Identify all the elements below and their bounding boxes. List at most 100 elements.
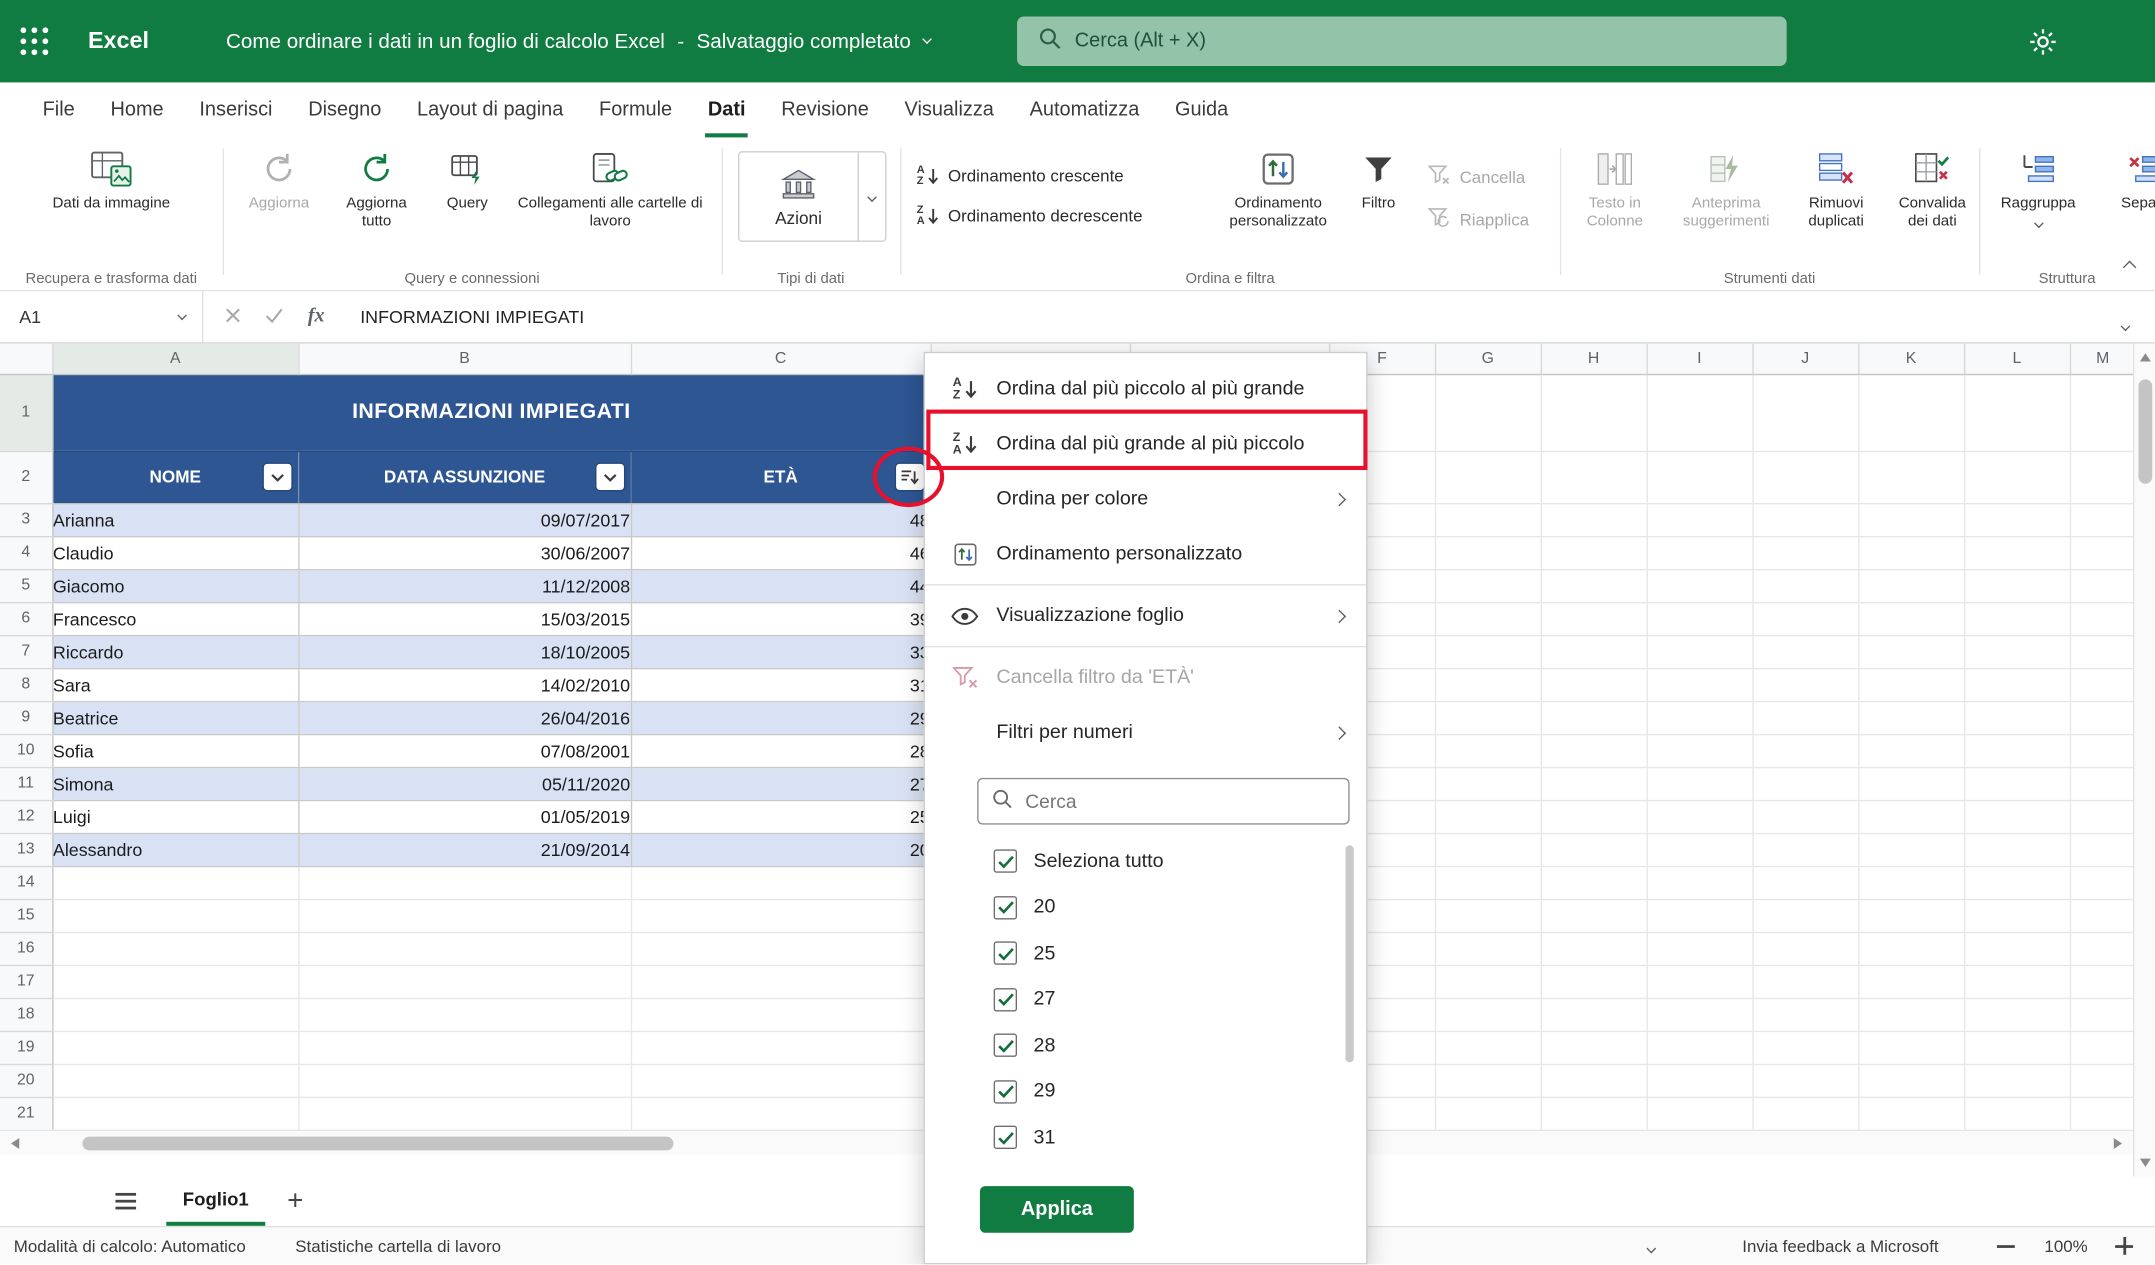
cell-empty[interactable] xyxy=(1752,536,1858,569)
custom-sort-button[interactable]: Ordinamento personalizzato xyxy=(1219,150,1337,231)
column-header-i[interactable]: I xyxy=(1646,344,1752,374)
menu-item-sort-ascending[interactable]: AZ Ordina dal più piccolo al più grande xyxy=(925,361,1366,416)
zoom-out-icon[interactable] xyxy=(1996,1244,2014,1247)
scroll-down-icon[interactable] xyxy=(2139,1159,2150,1167)
filter-button-nome[interactable] xyxy=(263,464,290,490)
row-header-14[interactable]: 14 xyxy=(0,866,52,899)
confirm-entry-icon[interactable] xyxy=(265,304,283,329)
cell-empty[interactable] xyxy=(1752,734,1858,767)
checkbox-28[interactable] xyxy=(994,1034,1017,1057)
cell-empty[interactable] xyxy=(2070,602,2133,635)
cell-empty[interactable] xyxy=(2070,374,2133,451)
cell-empty[interactable] xyxy=(1646,899,1752,932)
cell-empty[interactable] xyxy=(1435,998,1541,1031)
cell-empty[interactable] xyxy=(1646,451,1752,503)
row-header-2[interactable]: 2 xyxy=(0,451,52,503)
tab-layout-di-pagina[interactable]: Layout di pagina xyxy=(399,82,581,137)
workbook-stats-button[interactable]: Statistiche cartella di lavoro xyxy=(295,1236,501,1255)
tab-guida[interactable]: Guida xyxy=(1157,82,1246,137)
cell-empty[interactable] xyxy=(1858,1097,1964,1130)
cancel-entry-icon[interactable] xyxy=(225,304,240,329)
cell-date[interactable]: 07/08/2001 xyxy=(298,734,631,767)
cell-empty[interactable] xyxy=(1541,451,1647,503)
checkbox-31[interactable] xyxy=(994,1126,1017,1149)
row-header-4[interactable]: 4 xyxy=(0,536,52,569)
cell-empty[interactable] xyxy=(1541,899,1647,932)
cell-empty[interactable] xyxy=(631,998,931,1031)
cell-empty[interactable] xyxy=(631,1031,931,1064)
cell-empty[interactable] xyxy=(1435,965,1541,998)
cell-name[interactable]: Simona xyxy=(52,767,298,800)
cell-empty[interactable] xyxy=(1541,569,1647,602)
cell-empty[interactable] xyxy=(1541,635,1647,668)
menu-item-custom-sort[interactable]: Ordinamento personalizzato xyxy=(925,526,1366,581)
cell-age[interactable]: 48 xyxy=(631,503,931,536)
cell-empty[interactable] xyxy=(1964,800,2070,833)
row-header-12[interactable]: 12 xyxy=(0,800,52,833)
cell-empty[interactable] xyxy=(1752,833,1858,866)
row-header-19[interactable]: 19 xyxy=(0,1031,52,1064)
cell-empty[interactable] xyxy=(1964,899,2070,932)
tab-home[interactable]: Home xyxy=(93,82,182,137)
cell-empty[interactable] xyxy=(1858,866,1964,899)
cell-empty[interactable] xyxy=(298,1097,631,1130)
cell-date[interactable]: 05/11/2020 xyxy=(298,767,631,800)
cell-empty[interactable] xyxy=(1541,833,1647,866)
cell-empty[interactable] xyxy=(1858,767,1964,800)
sort-ascending-button[interactable]: AZ Ordinamento crescente xyxy=(917,165,1143,187)
cell-empty[interactable] xyxy=(1752,932,1858,965)
settings-gear-icon[interactable] xyxy=(2012,0,2072,82)
cell-age[interactable]: 31 xyxy=(631,668,931,701)
cell-empty[interactable] xyxy=(1646,767,1752,800)
cell-empty[interactable] xyxy=(1858,668,1964,701)
cell-empty[interactable] xyxy=(1541,965,1647,998)
cell-age[interactable]: 28 xyxy=(631,734,931,767)
cell-empty[interactable] xyxy=(631,1097,931,1130)
scroll-left-icon[interactable] xyxy=(11,1137,19,1148)
raggruppa-button[interactable]: Raggruppa xyxy=(1987,150,2089,227)
azioni-dropdown-chevron[interactable] xyxy=(858,153,885,241)
cell-empty[interactable] xyxy=(2070,899,2133,932)
dati-da-immagine-button[interactable]: Dati da immagine xyxy=(43,150,180,213)
checkbox-20[interactable] xyxy=(994,896,1017,919)
cell-empty[interactable] xyxy=(2070,932,2133,965)
cell-empty[interactable] xyxy=(1858,932,1964,965)
cell-empty[interactable] xyxy=(298,965,631,998)
cell-empty[interactable] xyxy=(1541,866,1647,899)
cell-empty[interactable] xyxy=(1541,1097,1647,1130)
column-header-j[interactable]: J xyxy=(1752,344,1858,374)
cell-empty[interactable] xyxy=(1858,602,1964,635)
cell-empty[interactable] xyxy=(1752,635,1858,668)
column-header-b[interactable]: B xyxy=(298,344,631,374)
cell-empty[interactable] xyxy=(1646,569,1752,602)
cell-empty[interactable] xyxy=(1541,800,1647,833)
cell-empty[interactable] xyxy=(1858,569,1964,602)
cell-empty[interactable] xyxy=(1964,767,2070,800)
column-header-c[interactable]: C xyxy=(631,344,931,374)
cell-date[interactable]: 11/12/2008 xyxy=(298,569,631,602)
cell-empty[interactable] xyxy=(1964,668,2070,701)
row-header-3[interactable]: 3 xyxy=(0,503,52,536)
cell-empty[interactable] xyxy=(1435,1097,1541,1130)
cell-empty[interactable] xyxy=(631,899,931,932)
cell-name[interactable]: Beatrice xyxy=(52,701,298,734)
table-title-cell[interactable]: INFORMAZIONI IMPIEGATI xyxy=(52,374,930,451)
cell-date[interactable]: 15/03/2015 xyxy=(298,602,631,635)
cell-empty[interactable] xyxy=(1858,734,1964,767)
cell-empty[interactable] xyxy=(1435,833,1541,866)
column-header-g[interactable]: G xyxy=(1435,344,1541,374)
cell-empty[interactable] xyxy=(52,965,298,998)
cell-age[interactable]: 20 xyxy=(631,833,931,866)
cell-name[interactable]: Alessandro xyxy=(52,833,298,866)
cell-empty[interactable] xyxy=(1964,998,2070,1031)
cell-empty[interactable] xyxy=(2070,1064,2133,1097)
cell-empty[interactable] xyxy=(1646,635,1752,668)
cell-empty[interactable] xyxy=(1752,701,1858,734)
column-header-l[interactable]: L xyxy=(1964,344,2070,374)
cell-empty[interactable] xyxy=(52,1031,298,1064)
rimuovi-duplicati-button[interactable]: Rimuovi duplicati xyxy=(1788,150,1884,231)
row-header-15[interactable]: 15 xyxy=(0,899,52,932)
cell-empty[interactable] xyxy=(1435,866,1541,899)
tab-file[interactable]: File xyxy=(25,82,93,137)
filter-value-row[interactable]: 20 xyxy=(925,884,1366,930)
